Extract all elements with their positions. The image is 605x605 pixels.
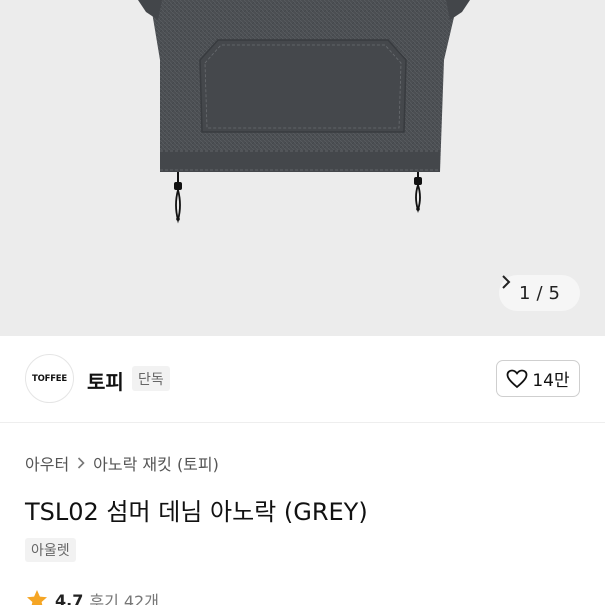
pager-current: 1 bbox=[519, 282, 531, 304]
star-icon bbox=[27, 590, 47, 605]
rating-value: 4.7 bbox=[55, 590, 84, 605]
brand-logo-text: TOFFEE bbox=[31, 373, 68, 384]
review-count[interactable]: 후기 42개 bbox=[89, 588, 159, 605]
section-divider bbox=[0, 422, 605, 423]
like-button[interactable]: 14만 bbox=[496, 360, 580, 397]
chevron-right-icon bbox=[502, 275, 511, 289]
image-pager[interactable]: 1 / 5 bbox=[499, 275, 580, 311]
chevron-right-icon bbox=[78, 457, 85, 469]
rating-summary[interactable]: 4.7 후기 42개 bbox=[25, 588, 159, 605]
pager-separator: / bbox=[536, 282, 543, 304]
brand-row: TOFFEE 토피 단독 14만 bbox=[0, 336, 605, 422]
like-count: 14만 bbox=[532, 371, 570, 391]
exclusive-badge: 단독 bbox=[132, 366, 170, 391]
product-image-carousel[interactable]: 1 / 5 bbox=[0, 0, 605, 336]
product-page: 1 / 5 TOFFEE 토피 단독 14만 아우터 아노락 재킷 (토피) T… bbox=[0, 0, 605, 605]
brand-logo[interactable]: TOFFEE bbox=[25, 354, 74, 403]
heart-icon bbox=[506, 369, 528, 388]
brand-name[interactable]: 토피 bbox=[87, 366, 124, 395]
pager-total: 5 bbox=[548, 282, 560, 304]
breadcrumb: 아우터 아노락 재킷 (토피) bbox=[25, 451, 219, 475]
outlet-tag: 아울렛 bbox=[25, 538, 76, 562]
product-title: TSL02 섬머 데님 아노락 (GREY) bbox=[25, 498, 368, 526]
breadcrumb-subcategory[interactable]: 아노락 재킷 (토피) bbox=[93, 451, 219, 475]
breadcrumb-category[interactable]: 아우터 bbox=[25, 451, 69, 475]
